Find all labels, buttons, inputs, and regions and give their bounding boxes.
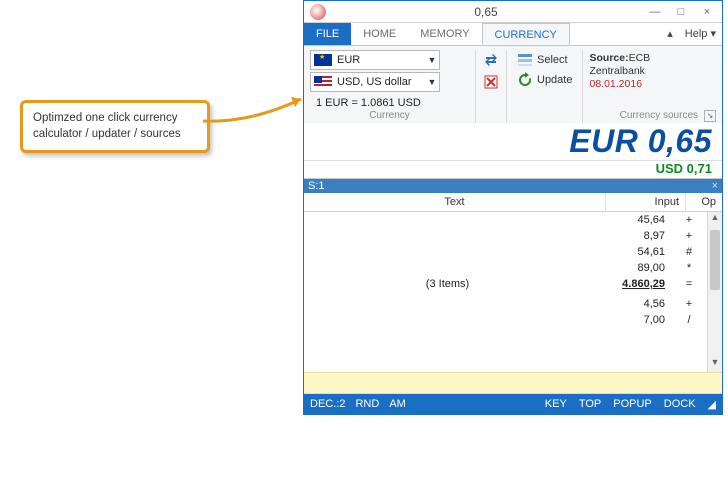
exchange-rate-text: 1 EUR = 1.0861 USD xyxy=(310,94,469,109)
cell-op: + xyxy=(671,228,707,244)
result-main: EUR 0,65 xyxy=(304,123,722,160)
help-menu[interactable]: Help ▾ xyxy=(679,23,722,45)
close-button[interactable]: × xyxy=(694,3,720,21)
flag-eu-icon xyxy=(314,54,332,66)
cell-text xyxy=(304,312,591,328)
tab-file[interactable]: FILE xyxy=(304,23,351,45)
cell-text xyxy=(304,228,591,244)
pane-title: S:1 xyxy=(308,180,325,192)
app-window: 0,65 — □ × FILE HOME MEMORY CURRENCY ▴ H… xyxy=(303,0,723,415)
resize-grip-icon[interactable]: ◢ xyxy=(708,398,716,411)
list-icon xyxy=(517,52,533,68)
table-row[interactable]: (3 Items)4.860,29= xyxy=(304,276,722,292)
history-header: S:1 × xyxy=(304,179,722,193)
col-op[interactable]: Op xyxy=(686,193,722,211)
select-label: Select xyxy=(537,54,568,66)
window-title: 0,65 xyxy=(330,5,642,19)
ribbon-tabs: FILE HOME MEMORY CURRENCY ▴ Help ▾ xyxy=(304,23,722,45)
table-row[interactable]: 54,61# xyxy=(304,244,722,260)
tab-home[interactable]: HOME xyxy=(351,23,408,45)
status-dec[interactable]: DEC.:2 xyxy=(310,398,345,410)
status-top[interactable]: TOP xyxy=(579,398,601,411)
cell-text xyxy=(304,296,591,312)
flag-us-icon xyxy=(314,76,332,88)
table-row[interactable]: 7,00/ xyxy=(304,312,722,328)
to-currency-value: USD, US dollar xyxy=(335,76,425,88)
cell-input: 8,97 xyxy=(591,228,671,244)
update-label: Update xyxy=(537,74,572,86)
select-button[interactable]: Select xyxy=(513,50,576,70)
group-caption: Currency sources xyxy=(585,109,712,123)
result-display: EUR 0,65 USD 0,71 xyxy=(304,123,722,179)
status-dock[interactable]: DOCK xyxy=(664,398,696,411)
chevron-down-icon: ▼ xyxy=(425,55,439,65)
status-key[interactable]: KEY xyxy=(545,398,567,411)
cell-op: # xyxy=(671,244,707,260)
cell-op: + xyxy=(671,212,707,228)
cell-text xyxy=(304,244,591,260)
status-popup[interactable]: POPUP xyxy=(613,398,652,411)
cell-op: * xyxy=(671,260,707,276)
maximize-button[interactable]: □ xyxy=(668,3,694,21)
history-columns: Text Input Op xyxy=(304,193,722,212)
delete-icon xyxy=(483,74,499,90)
callout-text: Optimzed one click currency calculator /… xyxy=(33,112,181,140)
cell-input: 89,00 xyxy=(591,260,671,276)
table-row[interactable]: 89,00* xyxy=(304,260,722,276)
cell-input: 45,64 xyxy=(591,212,671,228)
titlebar: 0,65 — □ × xyxy=(304,1,722,23)
col-input[interactable]: Input xyxy=(606,193,686,211)
refresh-icon xyxy=(517,72,533,88)
cell-op: / xyxy=(671,312,707,328)
minimize-button[interactable]: — xyxy=(642,3,668,21)
cell-input: 7,00 xyxy=(591,312,671,328)
group-caption: Currency xyxy=(310,109,469,123)
table-row[interactable]: 8,97+ xyxy=(304,228,722,244)
ribbon-group-source: Source:ECB Zentralbank 08.01.2016 Curren… xyxy=(583,50,718,123)
table-row[interactable]: 45,64+ xyxy=(304,212,722,228)
ribbon-group-currency: EUR ▼ USD, US dollar ▼ 1 EUR = 1.0861 US… xyxy=(308,50,476,123)
cell-input: 4.860,29 xyxy=(591,276,671,292)
cell-op: + xyxy=(671,296,707,312)
table-row[interactable]: 4,56+ xyxy=(304,296,722,312)
delete-currency-button[interactable] xyxy=(480,72,502,92)
from-currency-combo[interactable]: EUR ▼ xyxy=(310,50,440,70)
tab-memory[interactable]: MEMORY xyxy=(408,23,481,45)
status-am[interactable]: AM xyxy=(389,398,406,410)
app-icon xyxy=(310,4,326,20)
cell-input: 4,56 xyxy=(591,296,671,312)
callout-ribbon: Optimzed one click currency calculator /… xyxy=(20,100,210,153)
pane-close-button[interactable]: × xyxy=(712,180,718,192)
swap-icon xyxy=(483,52,499,68)
swap-currencies-button[interactable] xyxy=(480,50,502,70)
scroll-thumb[interactable] xyxy=(710,230,720,290)
dialog-launcher-button[interactable]: ↘ xyxy=(704,110,716,122)
statusbar: DEC.:2 RND AM KEY TOP POPUP DOCK ◢ xyxy=(304,394,722,414)
history-pane: S:1 × Text Input Op 45,64+8,97+54,61#89,… xyxy=(304,179,722,394)
from-currency-value: EUR xyxy=(335,54,425,66)
result-converted: USD 0,71 xyxy=(304,160,722,178)
cell-text: (3 Items) xyxy=(304,276,591,292)
cell-input: 54,61 xyxy=(591,244,671,260)
ribbon-group-actions: Select Update xyxy=(506,50,583,123)
ribbon-body: EUR ▼ USD, US dollar ▼ 1 EUR = 1.0861 US… xyxy=(304,45,722,123)
source-info: Source:ECB Zentralbank 08.01.2016 xyxy=(585,50,712,93)
input-strip[interactable] xyxy=(304,372,722,394)
history-body[interactable]: 45,64+8,97+54,61#89,00*(3 Items)4.860,29… xyxy=(304,212,722,372)
cell-text xyxy=(304,212,591,228)
source-date: 08.01.2016 xyxy=(589,78,642,90)
scroll-up-icon[interactable]: ▲ xyxy=(708,212,722,227)
ribbon-collapse-button[interactable]: ▴ xyxy=(661,23,679,45)
col-text[interactable]: Text xyxy=(304,193,606,211)
status-rnd[interactable]: RND xyxy=(355,398,379,410)
scrollbar[interactable]: ▲ ▼ xyxy=(707,212,722,372)
tab-currency[interactable]: CURRENCY xyxy=(482,23,570,45)
update-button[interactable]: Update xyxy=(513,70,576,90)
scroll-down-icon[interactable]: ▼ xyxy=(708,357,722,372)
chevron-down-icon: ▼ xyxy=(425,77,439,87)
cell-op: = xyxy=(671,276,707,292)
cell-text xyxy=(304,260,591,276)
to-currency-combo[interactable]: USD, US dollar ▼ xyxy=(310,72,440,92)
